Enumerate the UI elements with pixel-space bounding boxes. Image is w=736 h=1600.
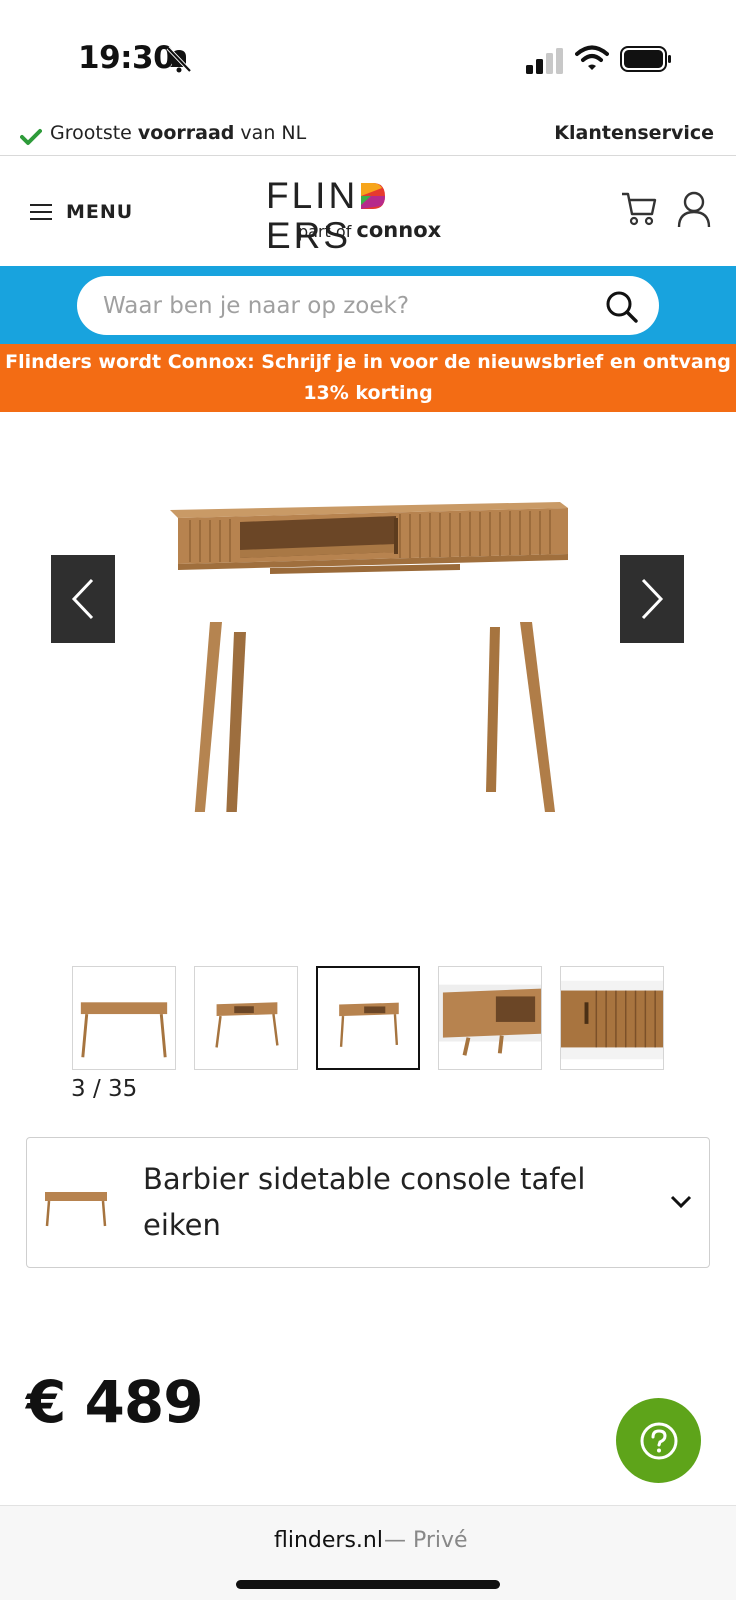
image-counter: 3 / 35 — [71, 1076, 138, 1102]
logo-colored-d-icon — [361, 183, 386, 209]
customer-service-link[interactable]: Klantenservice — [554, 122, 714, 144]
variant-selector[interactable]: Barbier sidetable console tafel eiken — [26, 1137, 710, 1268]
search-bar-section — [0, 266, 736, 344]
next-image-button[interactable] — [620, 555, 684, 643]
url-domain[interactable]: flinders.nl — [274, 1528, 383, 1553]
menu-label: MENU — [66, 201, 134, 223]
thumbnail-1[interactable] — [72, 966, 176, 1070]
flinders-logo[interactable]: FLIN ERS part of connox — [266, 176, 470, 256]
cellular-signal-icon — [526, 48, 563, 74]
logo-wordmark: FLIN ERS — [266, 176, 470, 256]
battery-icon — [620, 46, 671, 72]
variant-product-thumb — [45, 1192, 107, 1227]
newsletter-banner[interactable]: Flinders wordt Connox: Schrijf je in voo… — [0, 344, 736, 412]
newsletter-line-1: Flinders wordt Connox: Schrijf je in voo… — [5, 351, 731, 373]
usp-text: Grootste voorraad van NL — [50, 122, 307, 144]
search-input[interactable] — [103, 276, 573, 335]
account-icon[interactable] — [676, 190, 712, 228]
question-mark-icon — [640, 1422, 677, 1459]
status-time: 19:30 — [78, 40, 175, 76]
console-detail-thumb-icon — [439, 984, 541, 1056]
home-indicator[interactable] — [236, 1580, 500, 1589]
product-title: Barbier sidetable console tafel eiken — [143, 1162, 586, 1242]
console-front-thumb-icon — [80, 1002, 168, 1058]
private-label: — Privé — [384, 1528, 468, 1553]
search-box — [77, 276, 659, 335]
bell-slash-icon — [166, 46, 192, 73]
product-main-image — [170, 502, 568, 812]
site-header: MENU FLIN ERS part of connox — [0, 156, 736, 266]
help-button[interactable] — [616, 1398, 701, 1483]
console-angle-thumb-icon — [215, 1002, 279, 1048]
product-price: € 489 — [26, 1368, 204, 1436]
console-closeup-thumb-icon — [561, 980, 663, 1060]
browser-bottom-bar: flinders.nl — Privé — [0, 1505, 736, 1600]
thumbnail-strip — [72, 966, 672, 1072]
thumbnail-3-active[interactable] — [316, 966, 420, 1070]
newsletter-line-2: 13% korting — [303, 382, 433, 404]
product-gallery — [0, 412, 736, 952]
chevron-left-icon — [71, 578, 94, 620]
console-open-thumb-icon — [339, 1002, 399, 1047]
chevron-right-icon — [641, 578, 664, 620]
check-icon — [20, 129, 42, 145]
menu-button[interactable]: MENU — [30, 196, 133, 228]
wifi-icon — [575, 45, 609, 70]
hamburger-menu-icon — [30, 204, 52, 220]
shopping-cart-icon[interactable] — [620, 190, 658, 228]
thumbnail-5[interactable] — [560, 966, 664, 1070]
logo-subline: part of connox — [298, 218, 442, 242]
status-bar: 19:30 — [0, 0, 736, 110]
thumbnail-2[interactable] — [194, 966, 298, 1070]
usp-bar: Grootste voorraad van NL Klantenservice — [0, 116, 736, 156]
previous-image-button[interactable] — [51, 555, 115, 643]
chevron-down-icon — [670, 1195, 692, 1209]
thumbnail-4[interactable] — [438, 966, 542, 1070]
search-icon[interactable] — [605, 290, 639, 324]
